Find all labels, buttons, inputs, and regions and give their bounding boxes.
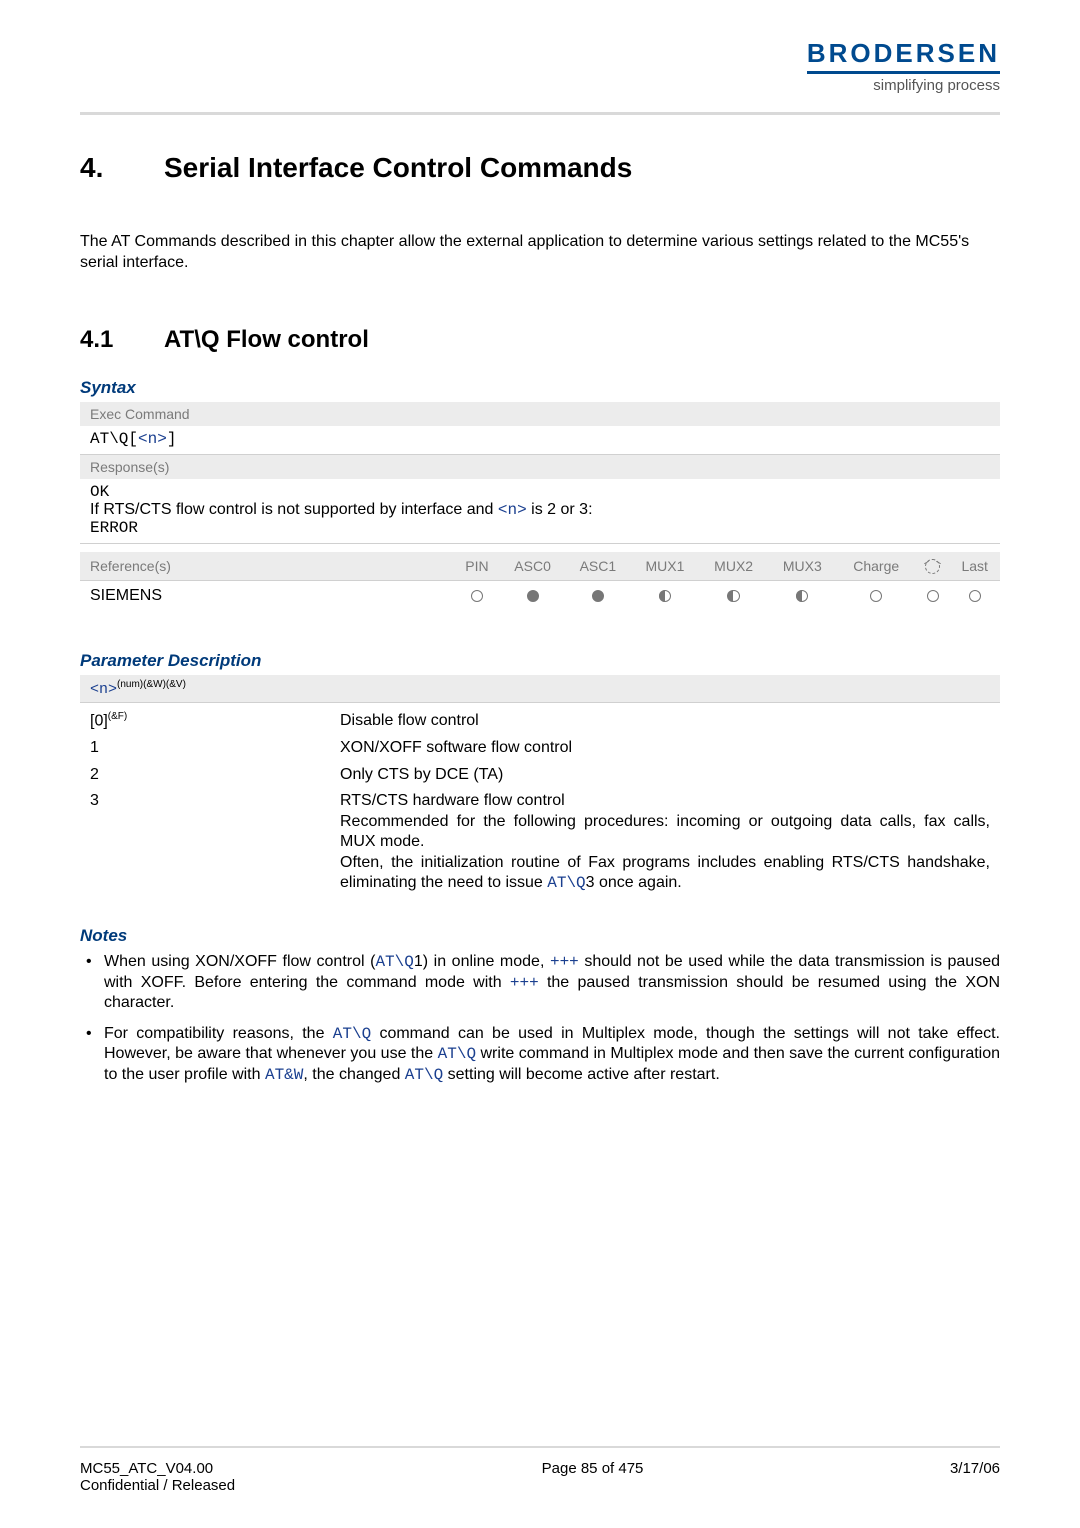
param-desc-3-l1: RTS/CTS hardware flow control [340,792,565,809]
exec-command-body: AT\Q[<n>] [80,426,1000,454]
param-row-2: 2 Only CTS by DCE (TA) [80,762,1000,788]
param-val-3: 3 [80,788,330,896]
val-ring [916,581,950,612]
val-mux2 [699,581,768,612]
full-circle-icon [592,590,604,602]
exec-command-box: Exec Command AT\Q[<n>] [80,402,1000,455]
col-last: Last [949,552,1000,581]
brand-tagline: simplifying process [807,77,1000,94]
chapter-title: Serial Interface Control Commands [164,152,632,183]
empty-circle-icon [471,590,483,602]
notes-list: When using XON/XOFF flow control (AT\Q1)… [80,952,1000,1085]
response-label: Response(s) [80,455,1000,479]
param-val-2: 2 [80,762,330,788]
chapter-intro: The AT Commands described in this chapte… [80,232,1000,274]
col-charge: Charge [837,552,916,581]
reference-label: Reference(s) [80,552,454,581]
val-asc0 [500,581,565,612]
response-cond: If RTS/CTS flow control is not supported… [90,501,990,519]
footer-page: Page 85 of 475 [235,1460,950,1494]
param-desc-2: Only CTS by DCE (TA) [330,762,1000,788]
brand-logo: BRODERSEN simplifying process [807,38,1000,94]
param-heading: Parameter Description [80,651,1000,671]
full-circle-icon [527,590,539,602]
half-circle-icon [659,590,671,602]
note-1: When using XON/XOFF flow control (AT\Q1)… [80,952,1000,1013]
exec-cmd-param: <n> [138,430,167,448]
param-row-3: 3 RTS/CTS hardware flow control Recommen… [80,788,1000,896]
col-asc1: ASC1 [565,552,630,581]
syntax-heading: Syntax [80,378,1000,398]
empty-circle-icon [969,590,981,602]
header-rule [80,112,1000,115]
brand-bar [807,71,1000,74]
footer-doc: MC55_ATC_V04.00 [80,1460,213,1477]
param-row-1: 1 XON/XOFF software flow control [80,735,1000,761]
param-desc-3-cmd: AT\Q [547,874,585,892]
reference-header-row: Reference(s) PIN ASC0 ASC1 MUX1 MUX2 MUX… [80,552,1000,581]
exec-cmd-suffix: ] [167,430,177,448]
param-header-sup: (num)(&W)(&V) [117,679,186,690]
half-circle-icon [796,590,808,602]
response-cond-pre: If RTS/CTS flow control is not supported… [90,501,498,518]
footer-conf: Confidential / Released [80,1477,235,1494]
param-desc-1: XON/XOFF software flow control [330,735,1000,761]
section-heading: 4.1AT\Q Flow control [80,326,1000,354]
reference-value-row: SIEMENS [80,581,1000,612]
param-desc-3-l3b: 3 once again. [586,874,682,891]
col-mux3: MUX3 [768,552,837,581]
val-mux3 [768,581,837,612]
response-box: Response(s) OK If RTS/CTS flow control i… [80,455,1000,544]
param-table: [0](&F) Disable flow control 1 XON/XOFF … [80,702,1000,896]
section-number: 4.1 [80,326,164,354]
param-desc-3: RTS/CTS hardware flow control Recommende… [330,788,1000,896]
content: 4.Serial Interface Control Commands The … [80,152,1000,1095]
brand-name: BRODERSEN [807,38,1000,69]
val-pin [454,581,500,612]
response-body: OK If RTS/CTS flow control is not suppor… [80,479,1000,543]
param-desc-0: Disable flow control [330,703,1000,735]
ring-icon [925,559,940,574]
half-circle-icon [728,590,740,602]
footer-left: MC55_ATC_V04.00 Confidential / Released [80,1460,235,1494]
reference-table-wrap: Reference(s) PIN ASC0 ASC1 MUX1 MUX2 MUX… [80,552,1000,612]
empty-circle-icon [870,590,882,602]
chapter-number: 4. [80,152,164,184]
footer-rule [80,1446,1000,1448]
val-charge [837,581,916,612]
footer-date: 3/17/06 [950,1460,1000,1494]
response-cond-param: <n> [498,501,527,519]
parameter-description: Parameter Description <n>(num)(&W)(&V) [… [80,651,1000,896]
col-asc0: ASC0 [500,552,565,581]
section-title: AT\Q Flow control [164,326,369,353]
param-header-n: <n> [90,681,117,698]
exec-command-label: Exec Command [80,402,1000,426]
col-mux2: MUX2 [699,552,768,581]
notes-section: Notes When using XON/XOFF flow control (… [80,926,1000,1085]
param-row-0: [0](&F) Disable flow control [80,703,1000,735]
response-error: ERROR [90,519,138,537]
response-ok: OK [90,483,109,501]
notes-heading: Notes [80,926,1000,946]
note-2: For compatibility reasons, the AT\Q comm… [80,1024,1000,1085]
val-asc1 [565,581,630,612]
page: BRODERSEN simplifying process 4.Serial I… [0,0,1080,1528]
col-pin: PIN [454,552,500,581]
val-mux1 [631,581,700,612]
val-last [949,581,1000,612]
footer: MC55_ATC_V04.00 Confidential / Released … [80,1460,1000,1494]
reference-vendor: SIEMENS [80,581,454,612]
exec-cmd-prefix: AT\Q[ [90,430,138,448]
empty-circle-icon [927,590,939,602]
response-cond-post: is 2 or 3: [527,501,593,518]
chapter-heading: 4.Serial Interface Control Commands [80,152,1000,184]
param-header: <n>(num)(&W)(&V) [80,675,1000,702]
reference-table: Reference(s) PIN ASC0 ASC1 MUX1 MUX2 MUX… [80,552,1000,612]
col-ring-icon [916,552,950,581]
param-desc-3-l2: Recommended for the following procedures… [340,813,990,850]
col-mux1: MUX1 [631,552,700,581]
param-val-0: [0](&F) [80,703,330,735]
param-val-1: 1 [80,735,330,761]
